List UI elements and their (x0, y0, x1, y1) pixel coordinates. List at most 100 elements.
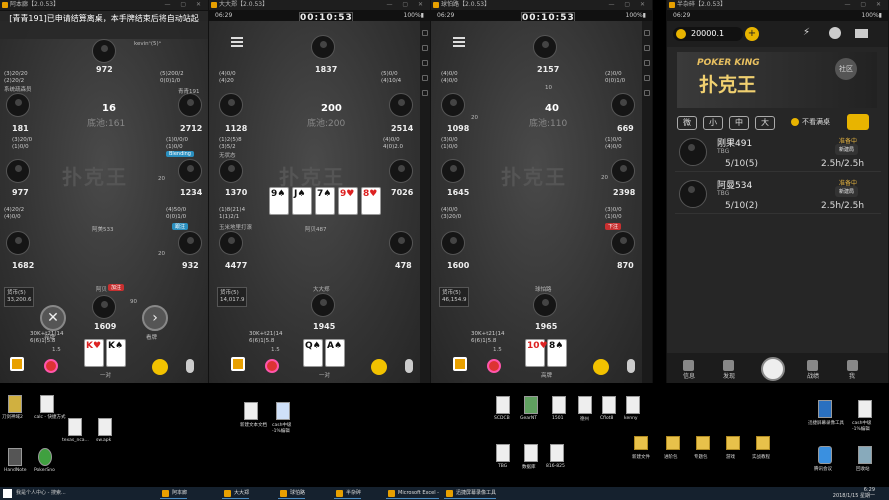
system-clock[interactable]: 6:29 2018/1/15 星期一 (833, 487, 875, 499)
desktop-icon-label[interactable]: TBG (498, 464, 507, 469)
player-avatar[interactable] (6, 159, 30, 183)
sidebar-tool-icon[interactable] (644, 30, 650, 36)
folder-icon[interactable] (726, 436, 740, 450)
player-avatar[interactable] (441, 93, 465, 117)
add-funds-button[interactable]: + (745, 27, 759, 41)
player-avatar[interactable] (389, 159, 413, 183)
desktop-icon-label[interactable]: 刀剑神域2 (2, 414, 23, 420)
nav-messages[interactable]: 信息 (683, 371, 695, 380)
player-avatar[interactable] (611, 93, 635, 117)
desktop-icon-label[interactable]: 迅捷屏幕录像工具 (808, 420, 844, 426)
desktop-icon-label[interactable]: 新建文件 (632, 454, 650, 460)
table-row[interactable]: 阿曼534 TBG 5/10(2) 2.5h/2.5h 准备中 新建局 (675, 176, 881, 214)
desktop-icon-label[interactable]: Cflot8 (600, 416, 613, 421)
file-icon[interactable] (8, 448, 22, 466)
hand-history-icon[interactable] (10, 357, 24, 371)
menu-icon[interactable] (231, 37, 243, 39)
file-icon[interactable] (8, 395, 22, 413)
window-titlebar[interactable]: 半杂碎【2.0.53】 — ▢ ✕ (667, 0, 888, 10)
filter-small[interactable]: 小 (703, 116, 723, 130)
folder-icon[interactable] (634, 436, 648, 450)
self-avatar[interactable] (92, 295, 116, 319)
player-avatar[interactable] (178, 159, 202, 183)
sidebar-tool-icon[interactable] (422, 45, 428, 51)
desktop-icon-label[interactable]: sw.apk (96, 438, 111, 443)
file-icon[interactable] (496, 444, 510, 462)
mail-icon[interactable] (855, 29, 868, 38)
file-icon[interactable] (578, 396, 592, 414)
desktop-icon-label[interactable]: texas_nca... (62, 438, 89, 443)
self-avatar[interactable] (533, 293, 557, 317)
file-icon[interactable] (496, 396, 510, 414)
nav-me[interactable]: 我 (849, 371, 855, 380)
desktop-icon-label[interactable]: 1501 (552, 416, 563, 421)
window-controls[interactable]: — ▢ ✕ (608, 0, 649, 10)
emoji-icon[interactable] (371, 359, 387, 375)
hand-history-icon[interactable] (231, 357, 245, 371)
window-controls[interactable]: — ▢ ✕ (386, 0, 427, 10)
window-titlebar[interactable]: 球怕路【2.0.53】 — ▢ ✕ (431, 0, 652, 10)
desktop-icon-label[interactable]: PokerSno (34, 468, 55, 473)
player-avatar[interactable] (178, 93, 202, 117)
support-icon[interactable] (829, 27, 841, 39)
sidebar-tool-icon[interactable] (644, 60, 650, 66)
player-avatar[interactable] (178, 231, 202, 255)
menu-icon[interactable] (453, 37, 465, 39)
player-avatar[interactable] (6, 93, 30, 117)
hide-full-checkbox[interactable]: 不看满桌 (791, 117, 830, 127)
window-controls[interactable]: — ▢ ✕ (164, 0, 205, 10)
desktop-icon-label[interactable]: kenny (624, 416, 638, 421)
sidebar-tool-icon[interactable] (422, 60, 428, 66)
taskbar-item[interactable]: 大大郑 (222, 488, 250, 499)
nav-me-icon[interactable] (847, 360, 858, 371)
start-button[interactable] (3, 489, 12, 498)
player-avatar[interactable] (389, 93, 413, 117)
filter-large[interactable]: 大 (755, 116, 775, 130)
nav-messages-icon[interactable] (683, 360, 694, 371)
player-avatar[interactable] (92, 39, 116, 63)
player-avatar[interactable] (6, 231, 30, 255)
file-icon[interactable] (524, 396, 538, 414)
file-icon[interactable] (550, 444, 564, 462)
filter-medium[interactable]: 中 (729, 116, 749, 130)
folder-icon[interactable] (756, 436, 770, 450)
timer-icon[interactable] (44, 359, 58, 373)
community-button[interactable]: 社区 (835, 58, 857, 80)
file-icon[interactable] (858, 400, 872, 418)
fold-button[interactable]: ✕ (40, 305, 66, 331)
nav-records-icon[interactable] (807, 360, 818, 371)
folder-icon[interactable] (696, 436, 710, 450)
desktop-icon-label[interactable]: cash中级 -1%编辑 (272, 422, 291, 434)
file-icon[interactable] (40, 395, 54, 413)
emoji-icon[interactable] (152, 359, 168, 375)
desktop-icon-label[interactable]: 816-825 (546, 464, 565, 469)
file-icon[interactable] (276, 402, 290, 420)
desktop-icon-label[interactable]: 游戏 (726, 454, 735, 460)
filter-micro[interactable]: 微 (677, 116, 697, 130)
desktop-icon-label[interactable]: 进阶包 (664, 454, 678, 460)
nav-home-icon[interactable] (761, 357, 785, 381)
file-icon[interactable] (626, 396, 640, 414)
player-avatar[interactable] (219, 159, 243, 183)
desktop-icon-label[interactable]: 数据库 (522, 464, 536, 470)
player-avatar[interactable] (611, 231, 635, 255)
nav-records[interactable]: 战绩 (807, 371, 819, 380)
file-icon[interactable] (244, 402, 258, 420)
nav-discover[interactable]: 发现 (723, 371, 735, 380)
sidebar-tool-icon[interactable] (422, 75, 428, 81)
emoji-icon[interactable] (593, 359, 609, 375)
taskbar-item[interactable]: 迅捷屏幕录像工具 (444, 488, 497, 499)
self-avatar[interactable] (311, 293, 335, 317)
desktop-icon-label[interactable]: 新建文本文档 (240, 422, 267, 428)
player-avatar[interactable] (219, 231, 243, 255)
taskbar-item[interactable]: 半杂碎 (334, 488, 362, 499)
check-button[interactable]: › (142, 305, 168, 331)
recycle-bin-icon[interactable] (858, 446, 872, 464)
window-titlebar[interactable]: 阿本廊【2.0.53】 — ▢ ✕ (0, 0, 208, 10)
sidebar-tool-icon[interactable] (644, 45, 650, 51)
window-titlebar[interactable]: 大大郑【2.0.53】 — ▢ ✕ (209, 0, 430, 10)
file-icon[interactable] (818, 400, 832, 418)
player-avatar[interactable] (389, 231, 413, 255)
taskbar-item[interactable]: Microsoft Excel - (386, 488, 439, 499)
player-avatar[interactable] (441, 159, 465, 183)
